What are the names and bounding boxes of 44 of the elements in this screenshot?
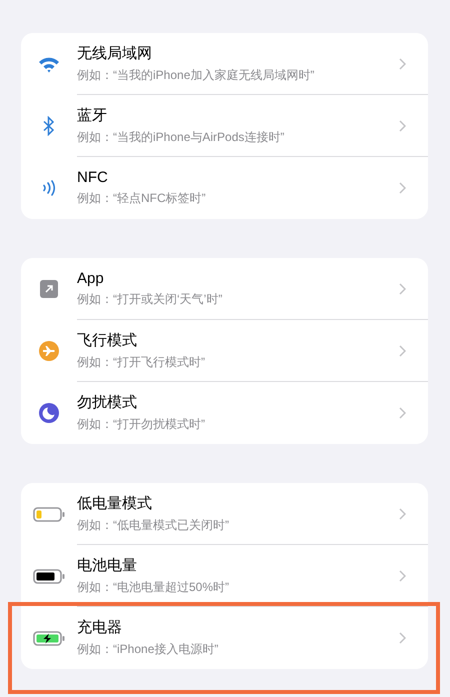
chevron-icon [399, 632, 406, 644]
trigger-row[interactable]: App 例如：“打开或关闭‘天气’时” [21, 258, 428, 320]
nfc-waves-icon [42, 180, 56, 196]
trigger-example: 例如：“打开或关闭‘天气’时” [77, 290, 224, 308]
bluetooth-icon [43, 116, 55, 136]
trigger-row[interactable]: 无线局域网 例如：“当我的iPhone加入家庭无线局域网时” [21, 33, 428, 95]
trigger-title: 勿扰模式 [77, 393, 138, 412]
trigger-example: 例如：“打开勿扰模式时” [77, 416, 206, 433]
chevron-icon [399, 120, 406, 132]
chevron-icon [399, 58, 406, 70]
trigger-title: 充电器 [77, 618, 123, 637]
trigger-example: 例如：“打开飞行模式时” [77, 354, 206, 370]
trigger-example: 例如：“当我的iPhone与AirPods连接时” [77, 128, 286, 146]
trigger-title: App [77, 270, 105, 286]
trigger-example: 例如：“低电量模式已关闭时” [77, 516, 230, 534]
trigger-title: 低电量模式 [77, 494, 153, 512]
battery-icon [33, 506, 65, 522]
trigger-title: 电池电量 [77, 556, 138, 574]
trigger-title: 蓝牙 [77, 106, 108, 124]
trigger-row[interactable]: 低电量模式 例如：“低电量模式已关闭时” [21, 483, 428, 545]
trigger-example: 例如：“电池电量超过50%时” [77, 578, 230, 596]
trigger-row[interactable]: 勿扰模式 例如：“打开勿扰模式时” [21, 382, 428, 444]
moon-icon [39, 403, 59, 423]
charging-battery-icon [33, 630, 65, 646]
trigger-example: 例如：“当我的iPhone加入家庭无线局域网时” [77, 66, 316, 84]
trigger-row[interactable]: 蓝牙 例如：“当我的iPhone与AirPods连接时” [21, 95, 428, 157]
trigger-row[interactable]: 充电器 例如：“iPhone接入电源时” [21, 607, 428, 669]
chevron-icon [399, 570, 406, 582]
wifi-icon [38, 56, 60, 72]
airplane-icon [39, 341, 59, 361]
chevron-icon [399, 182, 406, 194]
battery-icon [33, 568, 65, 584]
trigger-title: 飞行模式 [77, 330, 138, 350]
chevron-icon [399, 407, 406, 419]
chevron-icon [399, 344, 406, 356]
trigger-title: 无线局域网 [77, 44, 153, 62]
chevron-icon [399, 282, 406, 294]
trigger-row[interactable]: 电池电量 例如：“电池电量超过50%时” [21, 545, 428, 607]
trigger-row[interactable]: 飞行模式 例如：“打开飞行模式时” [21, 320, 428, 382]
trigger-title: NFC [77, 169, 109, 186]
trigger-row[interactable]: NFC 例如：“轻点NFC标签时” [21, 157, 428, 219]
trigger-example: 例如：“iPhone接入电源时” [77, 641, 220, 658]
trigger-example: 例如：“轻点NFC标签时” [77, 190, 207, 207]
chevron-icon [399, 508, 406, 520]
